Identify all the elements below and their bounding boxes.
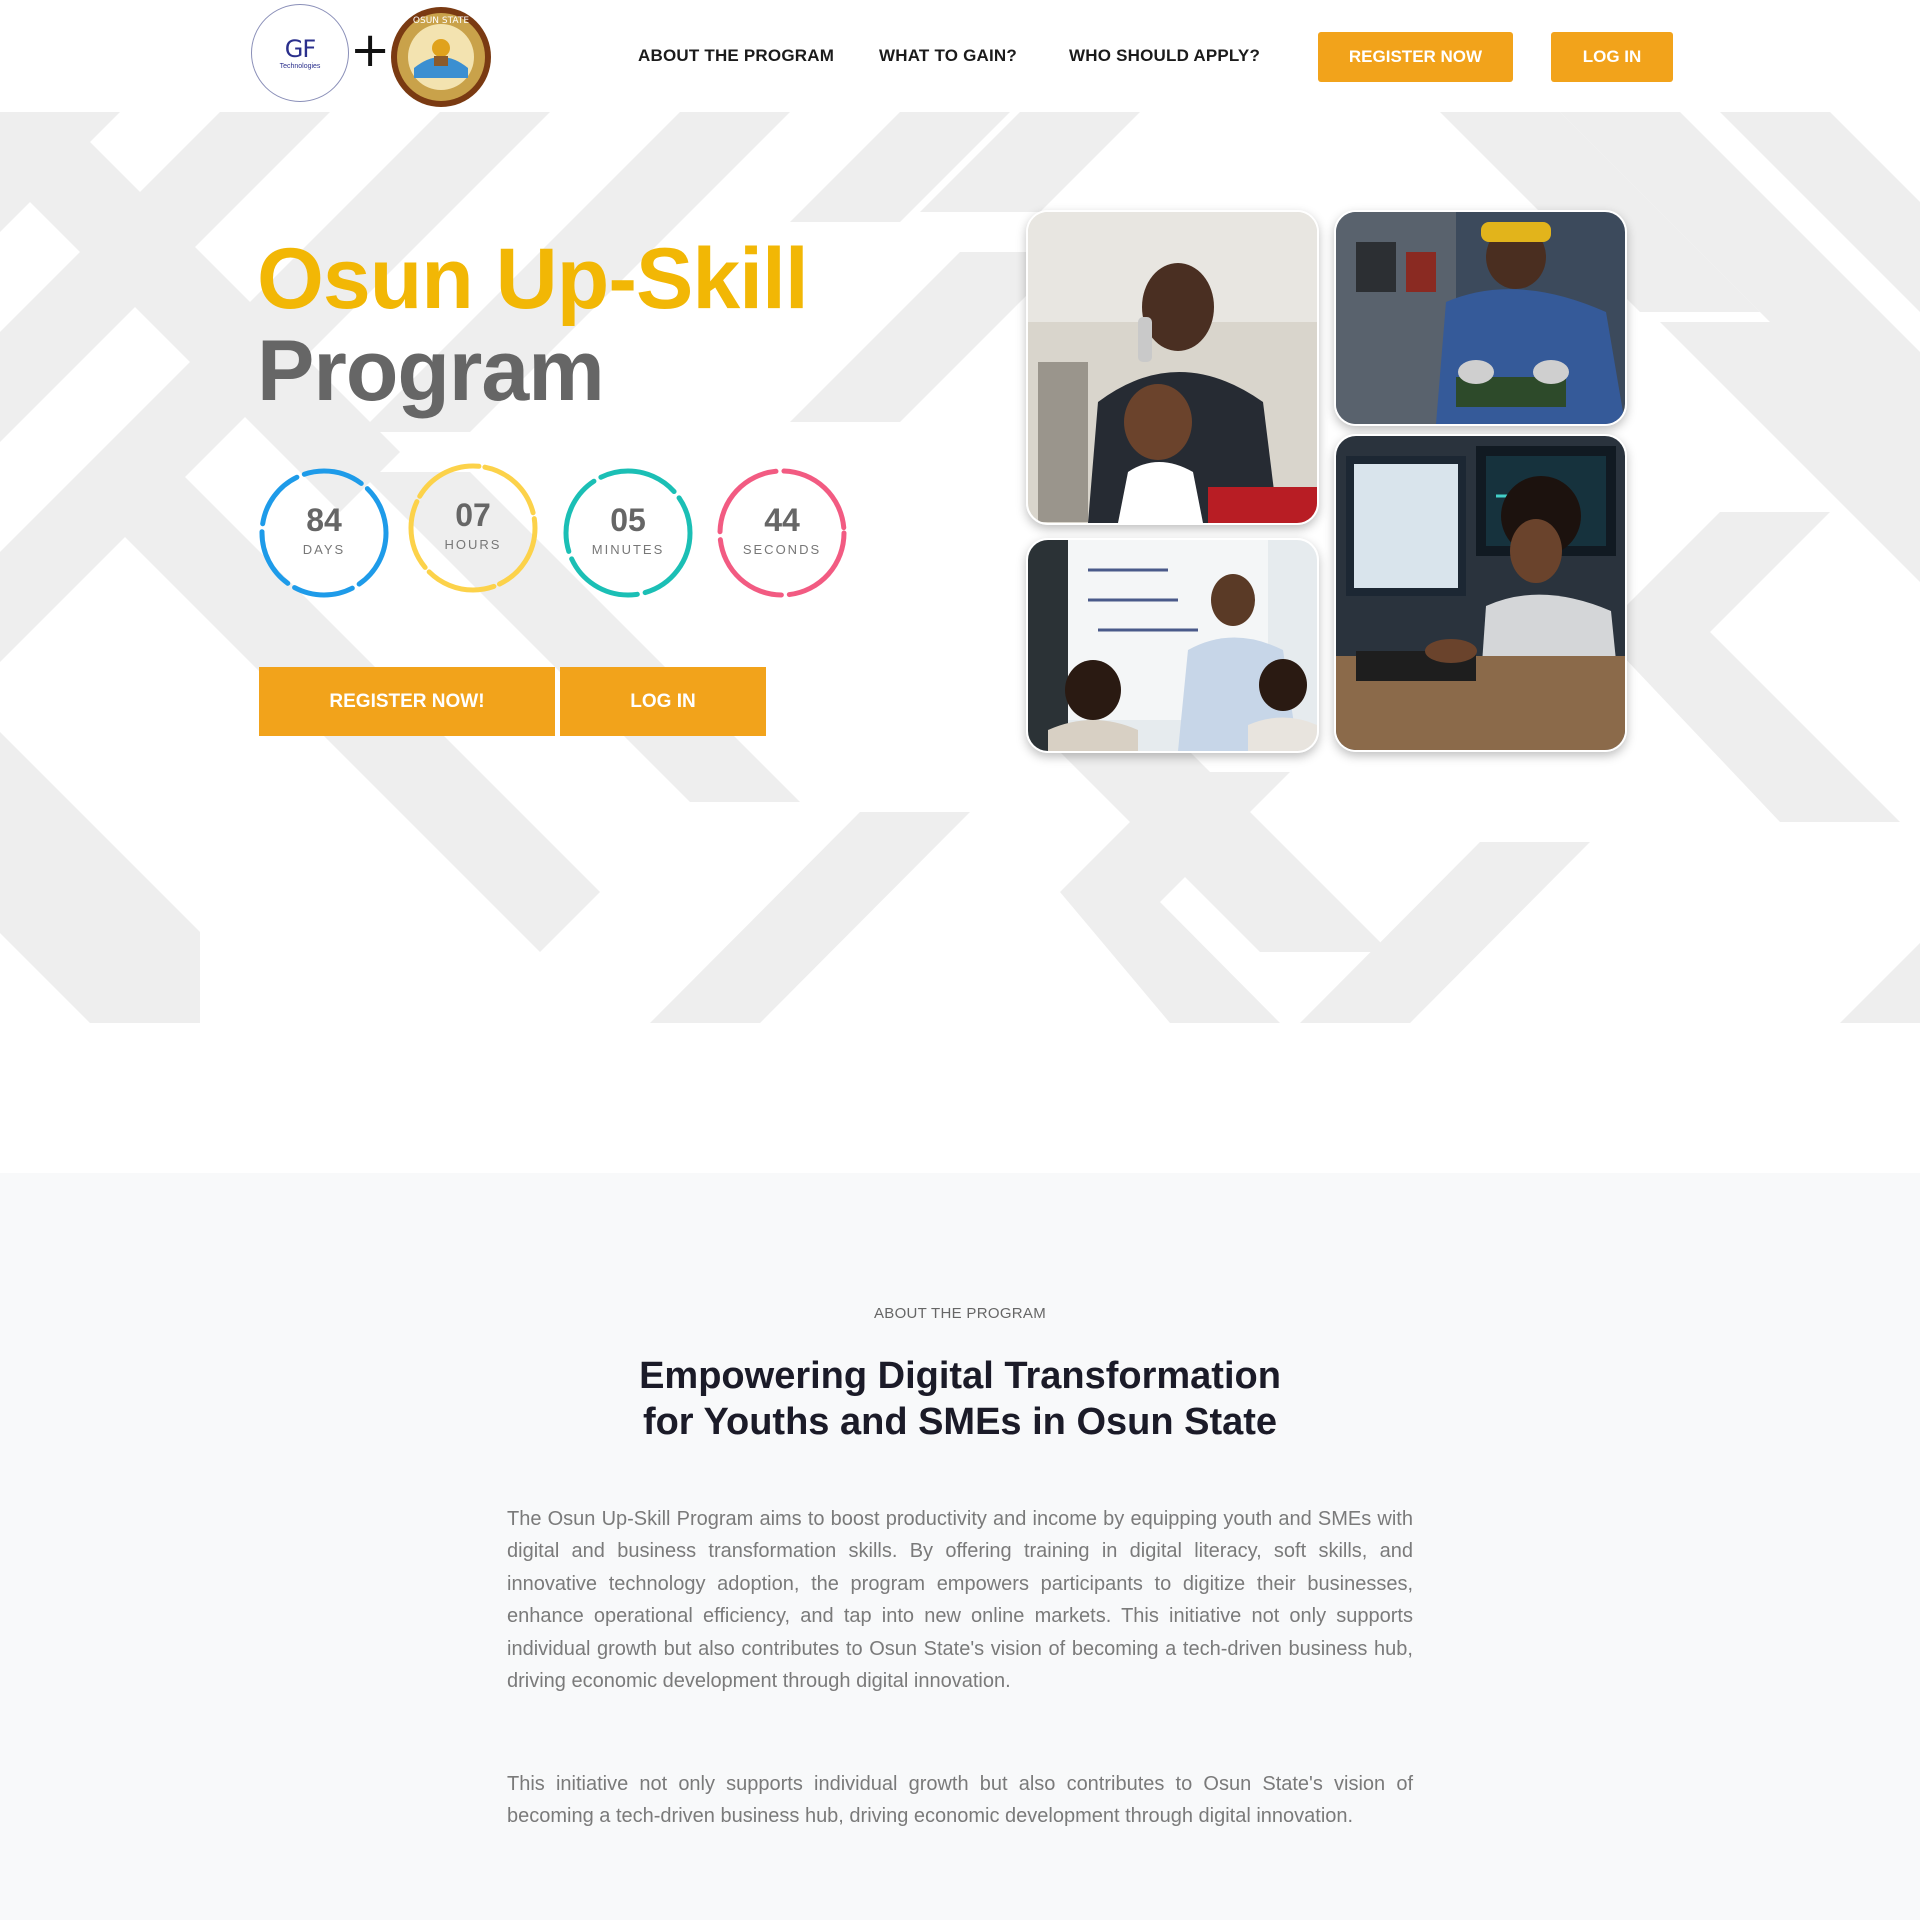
countdown-hours: 07 HOURS	[407, 462, 539, 594]
barber-photo	[1026, 210, 1319, 525]
site-header: GF Technologies + OSUN STATE ABOUT THE P…	[0, 0, 1920, 112]
countdown-hours-label: HOURS	[444, 537, 502, 552]
countdown-minutes: 05 MINUTES	[562, 467, 694, 599]
countdown-minutes-label: MINUTES	[591, 542, 665, 557]
about-heading: Empowering Digital Transformation for Yo…	[560, 1353, 1360, 1445]
nav-about-the-program[interactable]: ABOUT THE PROGRAM	[638, 46, 834, 66]
hero-section: Osun Up-Skill Program 84 DAYS 07 HOURS 0…	[0, 112, 1920, 1023]
countdown-seconds-label: SECONDS	[742, 542, 822, 557]
hero-title-line-2: Program	[257, 323, 605, 419]
countdown-days-label: DAYS	[302, 542, 346, 557]
countdown-minutes-value: 05	[610, 502, 646, 538]
osun-state-seal-logo[interactable]: OSUN STATE	[390, 6, 492, 108]
about-paragraph-2: This initiative not only supports indivi…	[507, 1773, 1413, 1828]
about-paragraph-1: The Osun Up-Skill Program aims to boost …	[507, 1508, 1413, 1693]
osun-seal-ring-text: OSUN STATE	[413, 16, 469, 26]
about-eyebrow: ABOUT THE PROGRAM	[873, 1305, 1047, 1322]
countdown-seconds: 44 SECONDS	[716, 467, 848, 599]
countdown-days: 84 DAYS	[258, 467, 390, 599]
about-heading-line-1: Empowering Digital Transformation	[639, 1355, 1281, 1397]
countdown-hours-value: 07	[455, 497, 491, 533]
hero-register-button[interactable]: REGISTER NOW!	[259, 667, 555, 736]
gf-technologies-logo[interactable]: GF Technologies	[251, 4, 349, 102]
nav-what-to-gain[interactable]: WHAT TO GAIN?	[879, 46, 1017, 66]
gf-logo-subtitle: Technologies	[279, 63, 321, 70]
logo-plus-sign: +	[350, 22, 391, 78]
about-heading-line-2: for Youths and SMEs in Osun State	[642, 1401, 1278, 1443]
countdown-days-value: 84	[306, 502, 342, 538]
hero-title-line-1: Osun Up-Skill	[257, 231, 809, 327]
hero-login-button[interactable]: LOG IN	[560, 667, 766, 736]
gf-logo-mark: GF	[284, 35, 316, 63]
nav-who-should-apply[interactable]: WHO SHOULD APPLY?	[1069, 46, 1260, 66]
teacher-photo	[1026, 538, 1319, 753]
countdown-seconds-value: 44	[764, 502, 800, 538]
header-login-button[interactable]: LOG IN	[1551, 32, 1673, 82]
header-register-button[interactable]: REGISTER NOW	[1318, 32, 1513, 82]
electrician-photo	[1334, 210, 1627, 426]
coder-photo	[1334, 434, 1627, 752]
about-section: ABOUT THE PROGRAM Empowering Digital Tra…	[0, 1173, 1920, 1920]
